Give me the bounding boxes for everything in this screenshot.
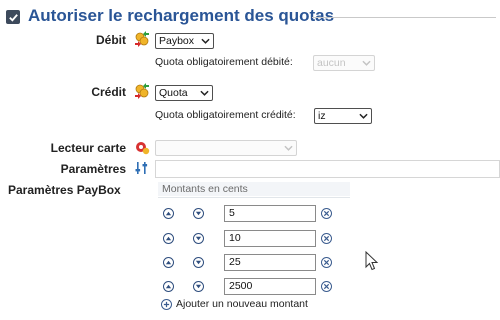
debit-quota-select[interactable]: aucun bbox=[313, 55, 375, 71]
chevron-down-icon bbox=[284, 145, 293, 151]
paybox-parameters-label: Paramètres PayBox bbox=[8, 183, 121, 197]
credit-select-value: Quota bbox=[159, 87, 188, 99]
coins-transfer-icon bbox=[134, 31, 150, 47]
card-reader-label: Lecteur carte bbox=[50, 141, 126, 155]
card-reader-select[interactable] bbox=[155, 140, 297, 156]
enable-quota-reload-checkbox[interactable] bbox=[6, 10, 20, 24]
chevron-down-icon bbox=[359, 113, 368, 119]
amount-input[interactable]: 2500 bbox=[224, 278, 316, 295]
mouse-cursor-icon bbox=[365, 251, 379, 271]
arrow-up-icon bbox=[165, 284, 172, 289]
sliders-icon bbox=[134, 160, 150, 176]
credit-quota-label: Quota obligatoirement crédité: bbox=[155, 109, 296, 121]
amounts-header-divider bbox=[158, 197, 350, 198]
checkmark-icon bbox=[8, 13, 18, 22]
close-icon bbox=[323, 283, 330, 290]
amounts-header: Montants en cents bbox=[158, 182, 350, 196]
move-up-button[interactable] bbox=[163, 257, 174, 268]
arrow-up-icon bbox=[165, 260, 172, 265]
move-down-button[interactable] bbox=[193, 281, 204, 292]
chevron-down-icon bbox=[362, 60, 371, 66]
plus-icon[interactable] bbox=[161, 299, 172, 310]
chevron-down-icon bbox=[201, 38, 210, 44]
arrow-up-icon bbox=[165, 211, 172, 216]
section-title: Autoriser le rechargement des quotas bbox=[28, 6, 335, 25]
parameters-label: Paramètres bbox=[60, 162, 126, 176]
move-up-button[interactable] bbox=[163, 281, 174, 292]
parameters-field[interactable] bbox=[155, 160, 500, 178]
credit-select[interactable]: Quota bbox=[155, 85, 213, 101]
arrow-down-icon bbox=[195, 284, 202, 289]
credit-quota-select[interactable]: iz bbox=[314, 108, 372, 124]
move-down-button[interactable] bbox=[193, 257, 204, 268]
remove-amount-button[interactable] bbox=[321, 257, 332, 268]
arrow-up-icon bbox=[165, 236, 172, 241]
amount-input[interactable]: 10 bbox=[224, 230, 316, 247]
move-up-button[interactable] bbox=[163, 233, 174, 244]
move-down-button[interactable] bbox=[193, 233, 204, 244]
debit-quota-label: Quota obligatoirement débité: bbox=[155, 56, 293, 68]
arrow-down-icon bbox=[195, 236, 202, 241]
debit-select-value: Paybox bbox=[159, 35, 195, 47]
coins-transfer-icon bbox=[134, 83, 150, 99]
add-amount-link[interactable]: Ajouter un nouveau montant bbox=[176, 298, 308, 310]
move-up-button[interactable] bbox=[163, 208, 174, 219]
amount-input[interactable]: 5 bbox=[224, 205, 316, 222]
remove-amount-button[interactable] bbox=[321, 233, 332, 244]
remove-amount-button[interactable] bbox=[321, 208, 332, 219]
arrow-down-icon bbox=[195, 211, 202, 216]
amount-input[interactable]: 25 bbox=[224, 254, 316, 271]
section-divider bbox=[312, 17, 496, 18]
debit-quota-value: aucun bbox=[317, 57, 346, 69]
card-reader-gear-icon bbox=[134, 139, 150, 155]
debit-select[interactable]: Paybox bbox=[155, 33, 214, 49]
arrow-down-icon bbox=[195, 260, 202, 265]
close-icon bbox=[323, 235, 330, 242]
remove-amount-button[interactable] bbox=[321, 281, 332, 292]
credit-label: Crédit bbox=[91, 85, 126, 99]
close-icon bbox=[323, 259, 330, 266]
move-down-button[interactable] bbox=[193, 208, 204, 219]
chevron-down-icon bbox=[200, 90, 209, 96]
credit-quota-value: iz bbox=[318, 110, 326, 122]
close-icon bbox=[323, 210, 330, 217]
debit-label: Débit bbox=[96, 33, 126, 47]
